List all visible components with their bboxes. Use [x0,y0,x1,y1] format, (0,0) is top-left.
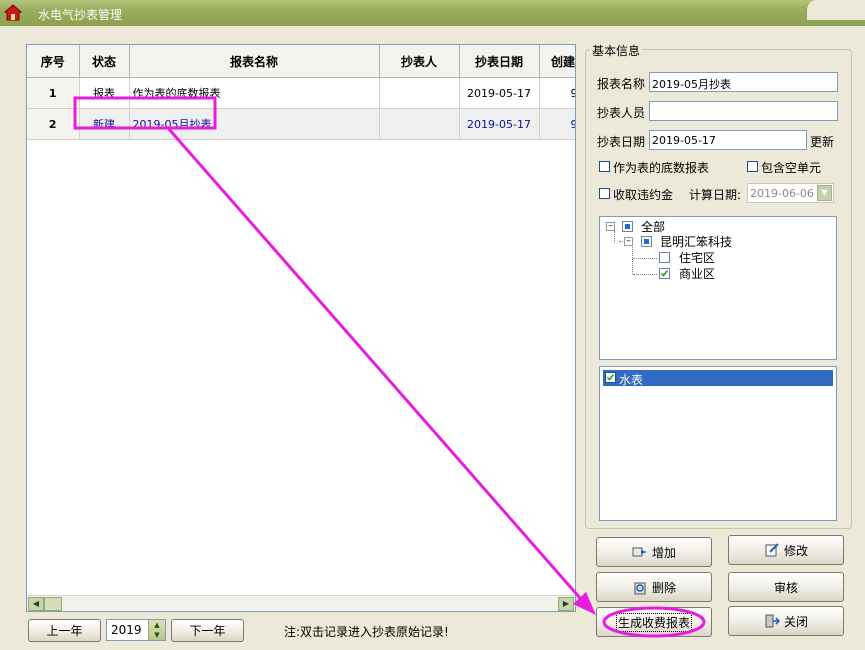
base-report-checkbox[interactable] [599,161,610,172]
tree-line [633,274,657,275]
spinner-arrows-icon[interactable]: ▲ ▼ [148,620,165,640]
tree-root-checkbox[interactable] [622,221,633,232]
delete-label: 删除 [651,580,676,595]
generate-fee-report-label: 生成收费报表 [615,612,692,632]
meter-type-list[interactable]: 水表 [599,366,837,521]
calc-date-value: 2019-06-06 [750,187,814,200]
title-bar: 水电气抄表管理 [0,0,865,26]
add-label: 增加 [651,545,676,560]
basic-info-legend: 基本信息 [590,42,643,59]
window-title: 水电气抄表管理 [38,8,123,22]
meter-label: 水表 [619,373,644,387]
tree-line [633,258,657,259]
close-label: 关闭 [783,614,808,629]
tree-company-checkbox[interactable] [641,236,652,247]
reader-label: 抄表人员 [597,106,646,120]
grid-header-row: 序号 状态 报表名称 抄表人 抄表日期 创建 [27,45,575,78]
table-row[interactable]: 1 报表 作为表的底数报表 2019-05-17 99 [27,77,575,109]
close-button[interactable]: 关闭 [728,606,844,636]
row-reader [379,108,460,140]
tree-node-residential[interactable]: 住宅区 [679,249,715,266]
row-created: 99 [539,77,575,109]
col-header-read-date[interactable]: 抄表日期 [459,45,540,78]
update-link[interactable]: 更新 [810,133,834,150]
report-grid[interactable]: 序号 状态 报表名称 抄表人 抄表日期 创建 1 报表 作为表的底数报表 201… [26,44,576,612]
col-header-status[interactable]: 状态 [79,45,130,78]
scroll-right-icon[interactable]: ▶ [558,597,574,611]
row-created: 99 [539,108,575,140]
delete-record-icon [634,582,646,595]
late-fee-label: 收取违约金 [613,188,674,202]
late-fee-checkbox[interactable] [599,188,610,199]
reader-field[interactable] [649,101,838,121]
tree-node-company[interactable]: 昆明汇笨科技 [660,233,732,250]
base-report-label: 作为表的底数报表 [613,161,710,175]
scroll-thumb[interactable] [44,597,62,611]
area-tree[interactable]: – 全部 – 昆明汇笨科技 住宅区 商业区 [599,216,837,360]
row-report-name: 作为表的底数报表 [129,77,380,109]
tree-area-checkbox[interactable] [659,268,670,279]
read-date-field[interactable]: 2019-05-17 [649,130,807,150]
year-spinner[interactable]: 2019 ▲ ▼ [106,619,166,641]
row-reader [379,77,460,109]
tree-node-commercial[interactable]: 商业区 [679,265,715,282]
add-button[interactable]: 增加 [596,537,712,567]
checkmark-icon [660,270,669,277]
collapse-root-icon[interactable]: – [606,222,615,231]
delete-button[interactable]: 删除 [596,572,712,602]
add-record-icon [632,547,647,557]
row-seq: 2 [27,108,80,140]
col-header-reader[interactable]: 抄表人 [379,45,460,78]
exit-door-icon [765,614,780,628]
row-date: 2019-05-17 [459,108,540,140]
app-icon [4,4,22,21]
tree-line [614,231,615,243]
row-date: 2019-05-17 [459,77,540,109]
scroll-left-icon[interactable]: ◀ [28,597,44,611]
edit-button[interactable]: 修改 [728,535,844,565]
row-report-name: 2019-05月抄表 [129,108,380,140]
checkmark-icon [606,374,615,381]
row-status: 报表 [79,77,130,109]
audit-button[interactable]: 审核 [728,572,844,602]
meter-checkbox[interactable] [605,372,616,383]
report-name-field[interactable]: 2019-05月抄表 [649,72,838,92]
include-empty-label: 包含空单元 [761,161,822,175]
edit-record-icon [765,543,779,557]
report-name-label: 报表名称 [597,77,646,91]
horizontal-scrollbar[interactable]: ◀ ▶ [27,595,575,611]
row-status: 新建 [79,108,130,140]
prev-year-button[interactable]: 上一年 [28,619,101,642]
tree-line [632,247,633,274]
next-year-button[interactable]: 下一年 [171,619,244,642]
year-value: 2019 [111,623,142,637]
dropdown-arrow-icon: ▼ [817,185,832,201]
title-bar-tab [806,0,865,21]
calc-date-label: 计算日期: [689,188,742,202]
include-empty-checkbox[interactable] [747,161,758,172]
col-header-report-name[interactable]: 报表名称 [129,45,380,78]
calc-date-picker: 2019-06-06 ▼ [747,183,834,203]
row-seq: 1 [27,77,80,109]
col-header-seq[interactable]: 序号 [27,45,80,78]
generate-fee-report-button[interactable]: 生成收费报表 [596,607,712,637]
hint-note: 注:双击记录进入抄表原始记录! [284,625,449,639]
edit-label: 修改 [783,543,808,558]
list-item[interactable]: 水表 [603,370,833,387]
tree-area-checkbox[interactable] [659,252,670,263]
col-header-created[interactable]: 创建 [539,45,575,78]
table-row[interactable]: 2 新建 2019-05月抄表 2019-05-17 99 [27,108,575,140]
collapse-company-icon[interactable]: – [624,237,633,246]
read-date-label: 抄表日期 [597,135,646,149]
